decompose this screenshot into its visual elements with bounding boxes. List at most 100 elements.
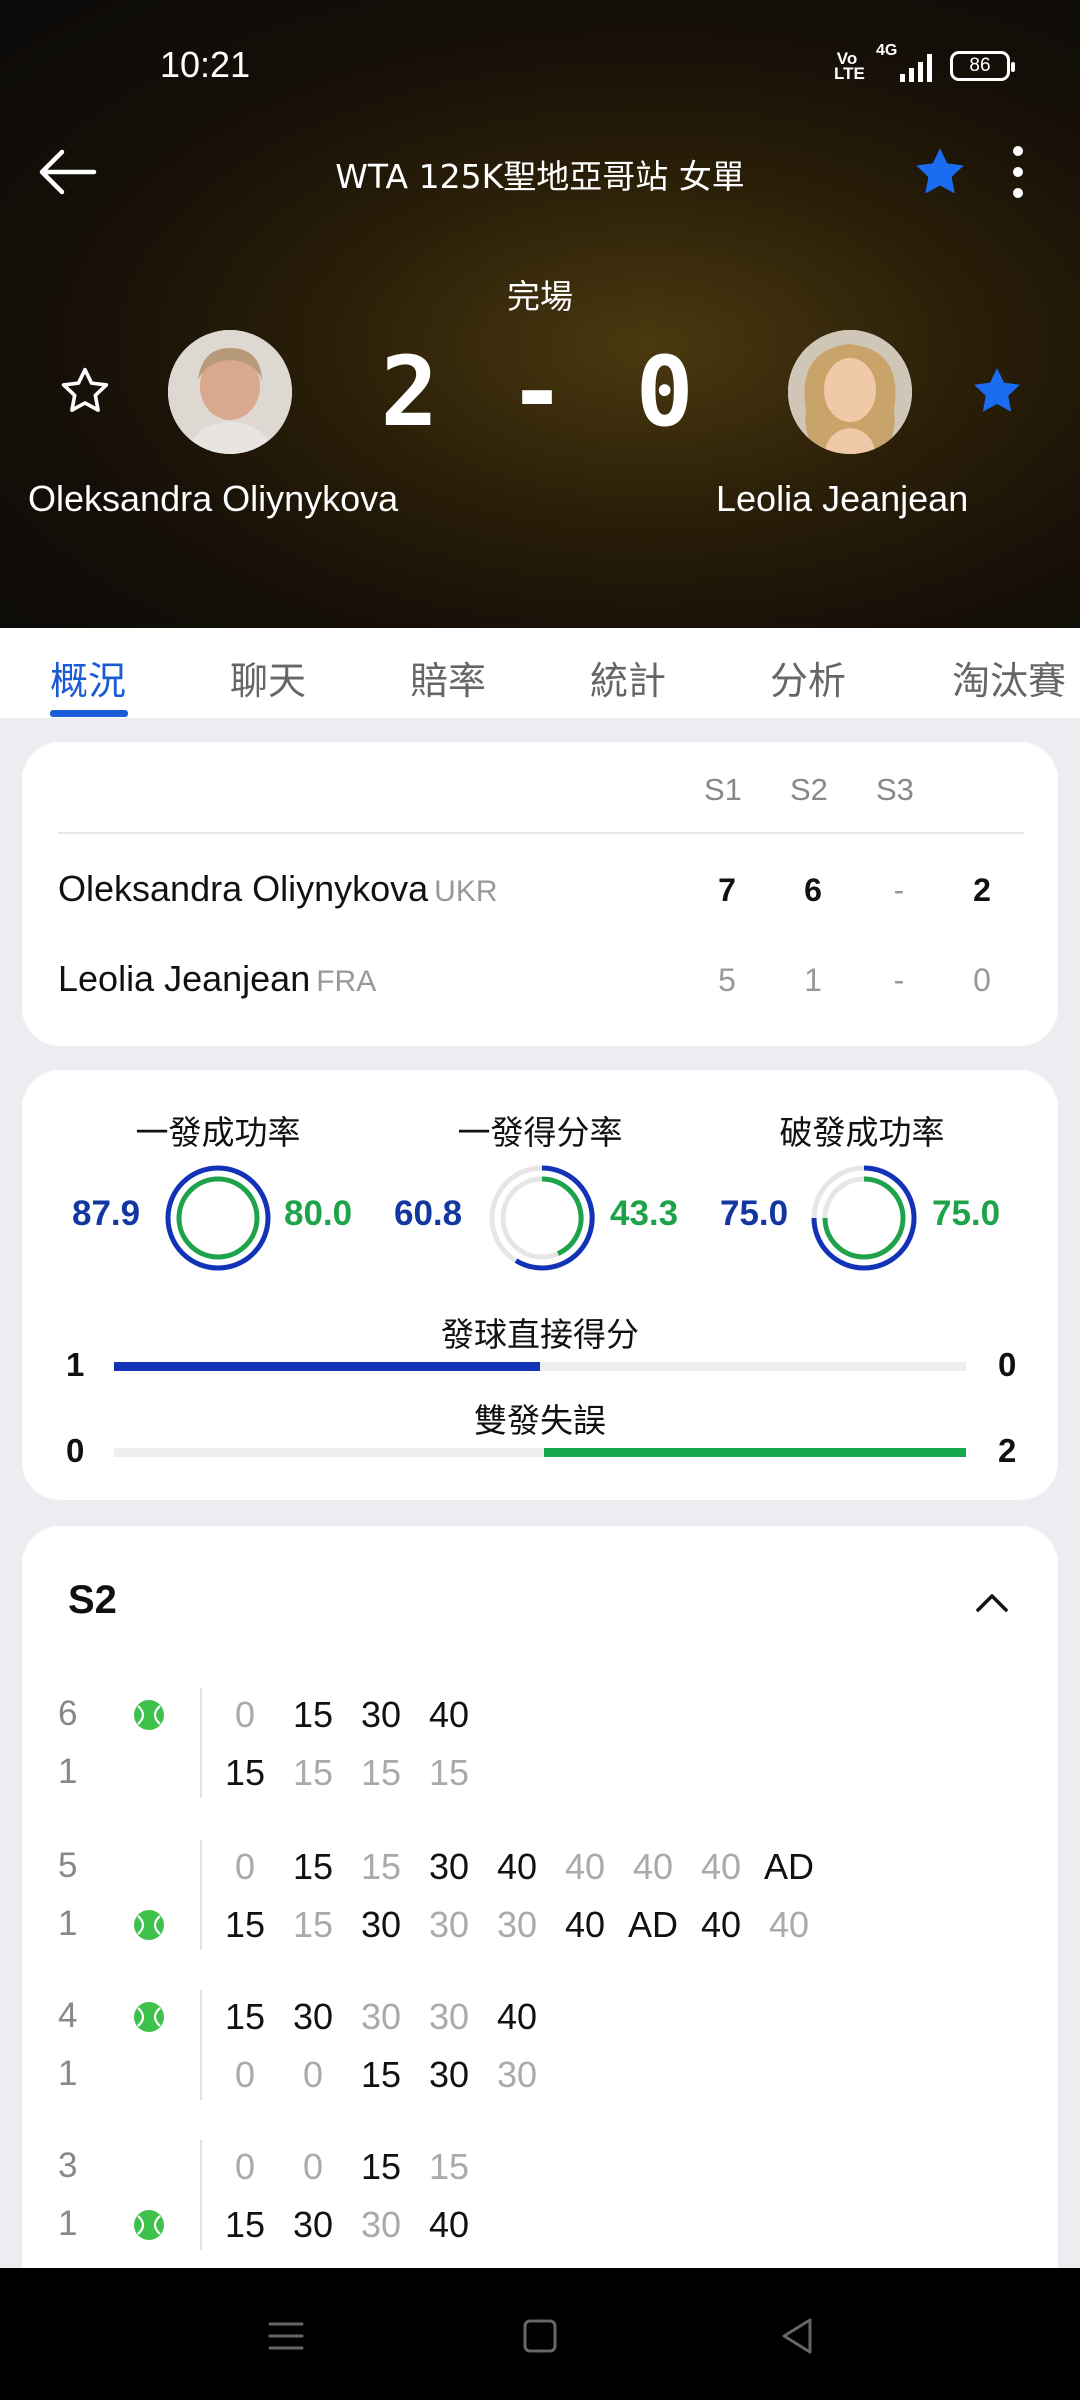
serve-ball-icon [132, 2000, 166, 2034]
point-score: 15 [292, 1694, 334, 1735]
ratio-ring [165, 1165, 271, 1271]
point-score: 15 [360, 1846, 402, 1887]
point-score: 0 [234, 2054, 256, 2095]
p2-set2: 1 [804, 962, 822, 998]
scoreboard-player2: Leolia Jeanjean FRA [58, 958, 377, 999]
stat-label: 破發成功率 [779, 1113, 945, 1152]
p1-set1: 7 [718, 872, 736, 908]
battery-icon: 86 [950, 51, 1015, 81]
back-arrow-icon[interactable] [36, 140, 100, 204]
back-icon[interactable] [770, 2308, 826, 2364]
bar-value-p1: 0 [66, 1432, 85, 1469]
stat-bar [114, 1362, 966, 1371]
stat-value-p2: 43.3 [610, 1194, 679, 1233]
game-separator [200, 1990, 202, 2100]
tab-overview[interactable]: 概況 [50, 650, 126, 705]
follow-player1-star-icon[interactable] [58, 364, 112, 418]
system-nav-bar [0, 2268, 1080, 2400]
point-score: 30 [496, 1904, 538, 1945]
point-score: 0 [234, 1846, 256, 1887]
match-score: 2 - 0 [380, 336, 700, 448]
point-score: 30 [360, 1904, 402, 1945]
point-score: 15 [428, 2146, 470, 2187]
ratio-ring [489, 1165, 595, 1271]
tab-stats[interactable]: 統計 [590, 650, 666, 705]
point-score: 30 [496, 2054, 538, 2095]
point-score: 15 [360, 1752, 402, 1793]
favorite-star-icon[interactable] [912, 144, 968, 200]
scoreboard-card: S1 S2 S3 Oleksandra Oliynykova UKR 7 6 - … [22, 742, 1058, 1046]
tab-odds[interactable]: 賠率 [410, 650, 486, 705]
point-score: 15 [360, 2146, 402, 2187]
point-score: 15 [360, 2054, 402, 2095]
point-score: 30 [428, 1996, 470, 2037]
game-score-top: 4 [58, 1996, 78, 2035]
p1-set3: - [893, 872, 905, 908]
game-score-top: 5 [58, 1846, 78, 1885]
bar-value-p1: 1 [66, 1346, 85, 1383]
chevron-up-icon[interactable] [972, 1582, 1012, 1622]
point-score: AD [763, 1846, 814, 1887]
point-score: 40 [632, 1846, 674, 1887]
game-score-bottom: 1 [58, 2054, 78, 2093]
tab-chat[interactable]: 聊天 [230, 650, 306, 705]
point-score: 30 [428, 1846, 470, 1887]
p1-total: 2 [973, 872, 991, 908]
set-header-s1: S1 [704, 772, 742, 807]
tab-analysis[interactable]: 分析 [770, 650, 846, 705]
p2-total: 0 [973, 962, 991, 998]
point-score: 40 [564, 1846, 606, 1887]
game-score-bottom: 1 [58, 1752, 78, 1791]
serve-ball-icon [132, 1908, 166, 1942]
point-score: 15 [292, 1846, 334, 1887]
point-score: 15 [224, 1996, 266, 2037]
menu-icon[interactable] [258, 2308, 314, 2364]
signal-icon: 4G [876, 42, 932, 82]
more-options-icon[interactable] [1000, 142, 1036, 202]
point-score: 40 [428, 2204, 470, 2245]
point-score: 15 [292, 1752, 334, 1793]
point-score: 0 [302, 2146, 324, 2187]
tab-knockout[interactable]: 淘汰賽 [952, 650, 1066, 705]
point-score: 40 [700, 1846, 742, 1887]
follow-player2-star-icon[interactable] [970, 364, 1024, 418]
point-score: 30 [292, 2204, 334, 2245]
home-icon[interactable] [512, 2308, 568, 2364]
player2-name[interactable]: Leolia Jeanjean [716, 478, 968, 520]
p2-set1: 5 [718, 962, 736, 998]
player2-avatar[interactable] [788, 330, 912, 454]
serve-ball-icon [132, 2208, 166, 2242]
match-title: WTA 125K聖地亞哥站 女單 [335, 157, 745, 196]
tab-bar: 概況 聊天 賠率 統計 分析 淘汰賽 [0, 628, 1080, 718]
game-separator [200, 1688, 202, 1798]
point-score: 40 [496, 1846, 538, 1887]
game-score-top: 3 [58, 2146, 78, 2185]
game-score-bottom: 1 [58, 2204, 78, 2243]
status-time: 10:21 [160, 44, 251, 85]
game-separator [200, 2140, 202, 2250]
stat-value-p2: 75.0 [932, 1194, 1001, 1233]
stat-label: 一發成功率 [135, 1113, 301, 1152]
game-separator [200, 1840, 202, 1950]
point-score: 30 [360, 1694, 402, 1735]
point-score: 15 [224, 1904, 266, 1945]
player1-name[interactable]: Oleksandra Oliynykova [28, 478, 398, 520]
stat-bar [114, 1448, 966, 1457]
point-score: 15 [224, 1752, 266, 1793]
player1-avatar[interactable] [168, 330, 292, 454]
point-score: 30 [292, 1996, 334, 2037]
point-score: 40 [768, 1904, 810, 1945]
point-by-point-card: S2 6 0 15 30 40 1 15 15 15 15 5 0 15 15 30 40 40 40 40 AD 1 1… [22, 1526, 1058, 2326]
stat-label: 一發得分率 [457, 1113, 623, 1152]
p1-set2: 6 [804, 872, 822, 908]
bar-value-p2: 2 [998, 1432, 1017, 1469]
point-score: 0 [234, 2146, 256, 2187]
game-score-bottom: 1 [58, 1904, 78, 1943]
bar-label: 雙發失誤 [474, 1401, 606, 1440]
set-header-s3: S3 [876, 772, 914, 807]
point-score: 0 [234, 1694, 256, 1735]
bar-label: 發球直接得分 [441, 1315, 639, 1354]
point-score: 0 [302, 2054, 324, 2095]
bar-value-p2: 0 [998, 1346, 1017, 1383]
point-score: 40 [496, 1996, 538, 2037]
